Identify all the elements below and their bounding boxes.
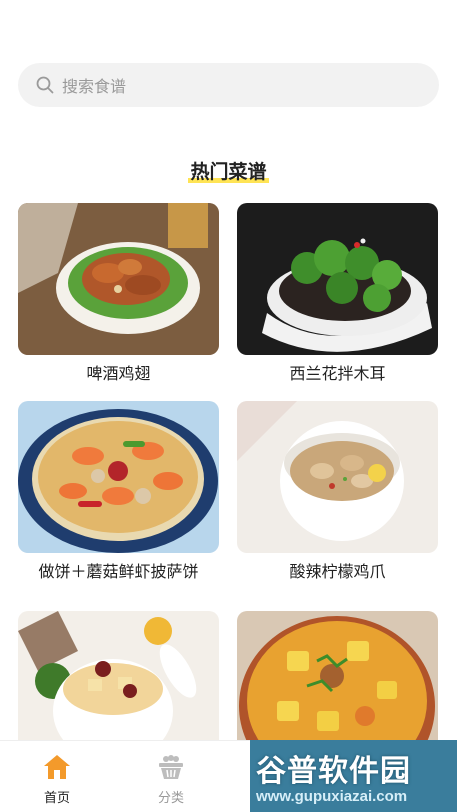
search-icon bbox=[36, 75, 56, 95]
search-placeholder: 搜索食谱 bbox=[62, 79, 127, 96]
watermark-brand: 谷普软件园 bbox=[256, 754, 411, 789]
section-title-text: 热门菜谱 bbox=[188, 162, 269, 183]
tab-category[interactable]: 分类 bbox=[114, 741, 228, 812]
search-input[interactable]: 搜索食谱 bbox=[18, 63, 439, 107]
tab-category-label: 分类 bbox=[157, 790, 184, 805]
recipe-title: 西兰花拌木耳 bbox=[289, 366, 386, 383]
recipe-card[interactable]: 啤酒鸡翅 bbox=[18, 203, 219, 386]
home-icon bbox=[44, 755, 70, 779]
recipe-card[interactable]: 酸辣柠檬鸡爪 bbox=[237, 401, 438, 584]
watermark-url: www.gupuxiazai.com bbox=[256, 788, 408, 805]
recipe-title: 做饼＋蘑菇鲜虾披萨饼 bbox=[38, 564, 199, 581]
recipe-card[interactable]: 西兰花拌木耳 bbox=[237, 203, 438, 386]
watermark: 谷普软件园 www.gupuxiazai.com bbox=[250, 740, 457, 812]
recipe-image-broccoli-wood-ear bbox=[237, 203, 438, 355]
recipe-title: 啤酒鸡翅 bbox=[86, 366, 151, 383]
recipe-image-shrimp-mushroom-pizza bbox=[18, 401, 219, 553]
recipe-title: 酸辣柠檬鸡爪 bbox=[289, 564, 386, 581]
tab-home[interactable]: 首页 bbox=[0, 741, 114, 812]
category-basket-icon bbox=[159, 755, 183, 779]
recipe-card[interactable]: 做饼＋蘑菇鲜虾披萨饼 bbox=[18, 401, 219, 584]
tab-home-label: 首页 bbox=[43, 790, 70, 805]
recipe-image-lemon-chicken-feet bbox=[237, 401, 438, 553]
section-title: 热门菜谱 bbox=[0, 157, 457, 184]
recipe-image-beer-chicken-wings bbox=[18, 203, 219, 355]
